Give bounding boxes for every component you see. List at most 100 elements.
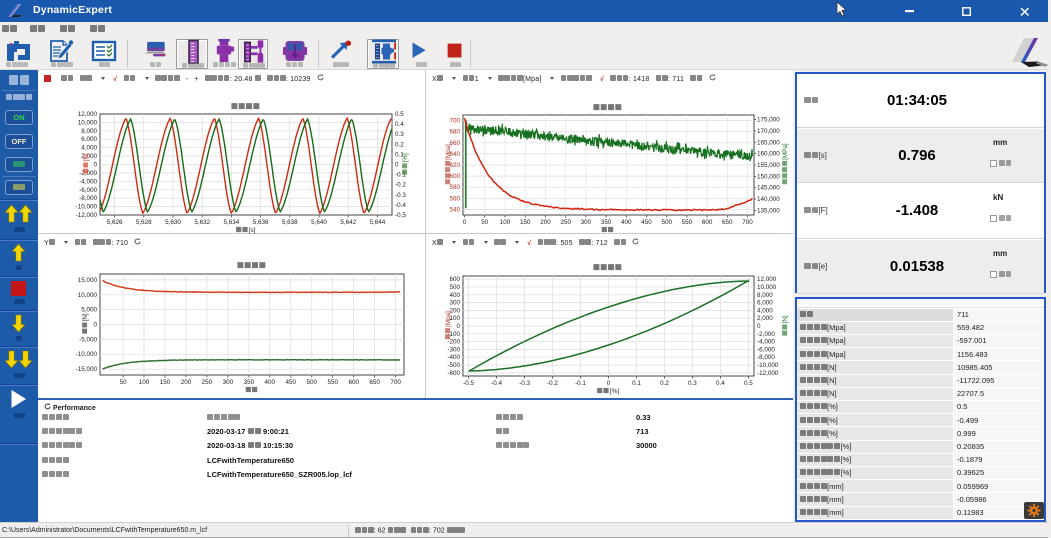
- svg-text:-5,000: -5,000: [79, 336, 97, 343]
- svg-text:-2,000: -2,000: [79, 170, 97, 177]
- svg-text:550: 550: [327, 379, 338, 386]
- svg-text:155,000: 155,000: [757, 162, 780, 169]
- svg-text:2,000: 2,000: [757, 315, 773, 322]
- svg-text:5,640: 5,640: [311, 219, 327, 226]
- svg-text:5,636: 5,636: [253, 219, 269, 226]
- svg-text:4,000: 4,000: [757, 307, 773, 314]
- svg-text:160,000: 160,000: [757, 151, 780, 158]
- svg-text:-8,000: -8,000: [79, 195, 97, 202]
- svg-text:8,000: 8,000: [81, 128, 97, 135]
- svg-text:300: 300: [449, 300, 460, 307]
- svg-text:-0.4: -0.4: [491, 380, 502, 387]
- svg-text:400: 400: [449, 292, 460, 299]
- svg-text:150: 150: [520, 219, 531, 226]
- svg-text:-6,000: -6,000: [757, 346, 775, 353]
- svg-text:0: 0: [456, 323, 460, 330]
- svg-text:-0.2: -0.2: [395, 182, 406, 189]
- svg-text:700: 700: [449, 118, 460, 125]
- svg-text:[N]: [N]: [782, 315, 789, 323]
- svg-text:700: 700: [742, 219, 753, 226]
- svg-text:5,644: 5,644: [370, 219, 386, 226]
- svg-text:-4,000: -4,000: [79, 178, 97, 185]
- svg-text:[s]: [s]: [249, 227, 256, 234]
- svg-text:0: 0: [757, 323, 761, 330]
- svg-text:680: 680: [449, 129, 460, 136]
- svg-text:600: 600: [449, 173, 460, 180]
- svg-text:100: 100: [500, 219, 511, 226]
- svg-text:-10,000: -10,000: [76, 204, 98, 211]
- svg-text:165,000: 165,000: [757, 139, 780, 146]
- svg-text:100: 100: [139, 379, 150, 386]
- svg-text:-0.3: -0.3: [519, 380, 530, 387]
- svg-text:12,000: 12,000: [78, 111, 98, 118]
- svg-text:500: 500: [449, 284, 460, 291]
- svg-text:560: 560: [449, 195, 460, 202]
- svg-text:-600: -600: [447, 370, 460, 377]
- svg-text:145,000: 145,000: [757, 185, 780, 192]
- svg-text:8,000: 8,000: [757, 292, 773, 299]
- svg-text:0: 0: [93, 162, 97, 169]
- svg-text:135,000: 135,000: [757, 208, 780, 215]
- svg-text:-2,000: -2,000: [757, 331, 775, 338]
- svg-text:500: 500: [307, 379, 318, 386]
- svg-text:300: 300: [223, 379, 234, 386]
- svg-text:580: 580: [449, 184, 460, 191]
- svg-text:540: 540: [449, 206, 460, 213]
- svg-text:0: 0: [93, 322, 97, 329]
- svg-text:-0.2: -0.2: [547, 380, 558, 387]
- svg-text:-6,000: -6,000: [79, 187, 97, 194]
- svg-text:4,000: 4,000: [81, 145, 97, 152]
- svg-text:5,626: 5,626: [107, 219, 123, 226]
- svg-text:10,000: 10,000: [78, 292, 98, 299]
- svg-text:0.1: 0.1: [632, 380, 641, 387]
- svg-text:140,000: 140,000: [757, 196, 780, 203]
- svg-text:-12,000: -12,000: [76, 212, 98, 219]
- svg-text:5,642: 5,642: [340, 219, 356, 226]
- svg-text:150,000: 150,000: [757, 173, 780, 180]
- svg-text:170,000: 170,000: [757, 128, 780, 135]
- svg-text:0: 0: [463, 219, 467, 226]
- svg-text:5,632: 5,632: [194, 219, 210, 226]
- svg-text:[%]: [%]: [610, 388, 620, 395]
- svg-text:5,628: 5,628: [136, 219, 152, 226]
- svg-text:-200: -200: [447, 339, 460, 346]
- svg-text:550: 550: [682, 219, 693, 226]
- svg-text:0: 0: [607, 380, 611, 387]
- svg-text:400: 400: [265, 379, 276, 386]
- svg-text:[MPa]: [MPa]: [782, 143, 789, 160]
- svg-text:[%]: [%]: [402, 153, 409, 162]
- svg-text:[Mpa]: [Mpa]: [445, 311, 452, 327]
- svg-text:-8,000: -8,000: [757, 354, 775, 361]
- svg-text:[Mpa]: [Mpa]: [445, 144, 452, 160]
- svg-text:0.3: 0.3: [688, 380, 697, 387]
- svg-text:600: 600: [348, 379, 359, 386]
- svg-text:50: 50: [481, 219, 489, 226]
- svg-text:0.5: 0.5: [395, 111, 404, 118]
- svg-text:-10,000: -10,000: [757, 362, 779, 369]
- svg-text:-0.3: -0.3: [395, 192, 406, 199]
- svg-text:-0.4: -0.4: [395, 202, 406, 209]
- svg-text:250: 250: [202, 379, 213, 386]
- svg-text:350: 350: [601, 219, 612, 226]
- svg-text:-0.5: -0.5: [463, 380, 474, 387]
- svg-text:[N]: [N]: [82, 313, 89, 321]
- svg-text:-10,000: -10,000: [76, 351, 98, 358]
- svg-text:500: 500: [661, 219, 672, 226]
- svg-text:-0.1: -0.1: [575, 380, 586, 387]
- svg-text:-0.5: -0.5: [395, 212, 406, 219]
- svg-text:450: 450: [641, 219, 652, 226]
- svg-text:0.4: 0.4: [395, 121, 404, 128]
- svg-text:620: 620: [449, 162, 460, 169]
- svg-text:-12,000: -12,000: [757, 370, 779, 377]
- svg-text:200: 200: [181, 379, 192, 386]
- svg-text:0.5: 0.5: [744, 380, 753, 387]
- svg-text:-4,000: -4,000: [757, 339, 775, 346]
- svg-text:0.2: 0.2: [395, 141, 404, 148]
- svg-text:250: 250: [560, 219, 571, 226]
- svg-text:6,000: 6,000: [757, 300, 773, 307]
- svg-text:0: 0: [395, 162, 399, 169]
- svg-text:600: 600: [702, 219, 713, 226]
- svg-text:10,000: 10,000: [757, 284, 777, 291]
- svg-text:5,638: 5,638: [282, 219, 298, 226]
- svg-text:150: 150: [160, 379, 171, 386]
